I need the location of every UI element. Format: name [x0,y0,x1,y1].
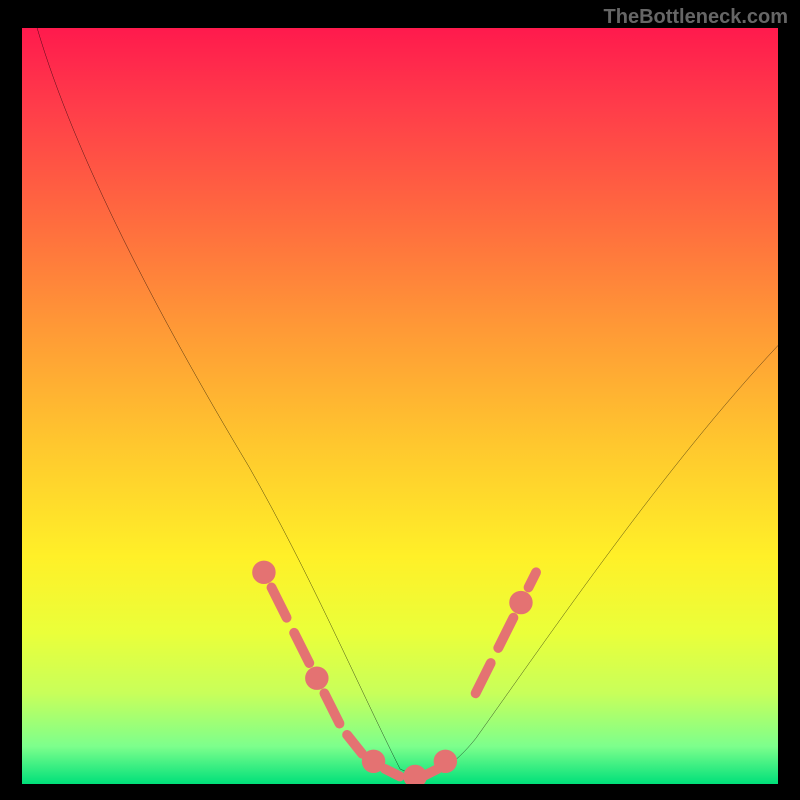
curve-path [37,28,778,775]
highlight-right [476,572,536,693]
chart-container: TheBottleneck.com [0,0,800,800]
plot-area [22,28,778,784]
chart-svg [22,28,778,784]
watermark-text: TheBottleneck.com [604,6,788,29]
highlight-left [257,566,452,784]
